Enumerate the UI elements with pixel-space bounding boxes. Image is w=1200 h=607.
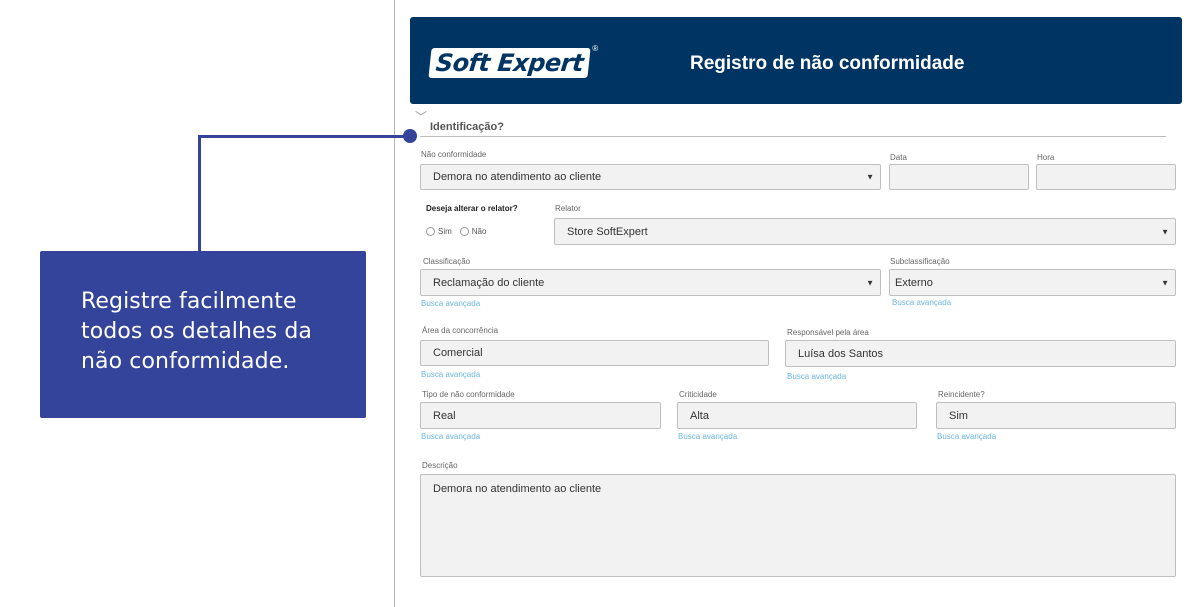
radio-sim-label: Sim [438, 227, 452, 236]
tipo-busca-link[interactable]: Busca avançada [421, 432, 480, 441]
page-title: Registro de não conformidade [690, 53, 965, 74]
nc-select[interactable]: Demora no atendimento ao cliente [420, 164, 881, 190]
responsavel-value: Luísa dos Santos [798, 347, 884, 360]
tipo-label: Tipo de não conformidade [422, 390, 515, 399]
reincidente-label: Reincidente? [938, 390, 985, 399]
alterar-relator-radios: Sim Não [426, 227, 486, 236]
descricao-label: Descrição [422, 461, 458, 470]
chevron-down-icon[interactable]: ﹀ [415, 108, 427, 125]
descricao-value: Demora no atendimento ao cliente [433, 483, 602, 495]
form-header: Soft Expert ® Registro de não conformida… [410, 17, 1182, 104]
section-divider [420, 136, 1166, 137]
area-busca-link[interactable]: Busca avançada [421, 370, 480, 379]
reincidente-value: Sim [949, 409, 968, 422]
area-field[interactable]: Comercial [420, 340, 769, 366]
relator-select[interactable]: Store SoftExpert [554, 218, 1176, 245]
alterar-relator-label: Deseja alterar o relator? [426, 204, 518, 213]
data-field[interactable] [889, 164, 1029, 190]
reincidente-field[interactable]: Sim [936, 402, 1176, 429]
classificacao-busca-link[interactable]: Busca avançada [421, 299, 480, 308]
responsavel-field[interactable]: Luísa dos Santos [785, 340, 1176, 367]
softexpert-logo: Soft Expert ® [428, 44, 598, 80]
relator-value: Store SoftExpert [567, 225, 648, 238]
radio-nao[interactable]: Não [459, 227, 487, 236]
relator-label: Relator [555, 204, 581, 213]
radio-nao-circle[interactable] [459, 227, 469, 236]
reincidente-busca-link[interactable]: Busca avançada [937, 432, 996, 441]
subclassificacao-value: Externo [895, 276, 933, 289]
data-label: Data [890, 153, 907, 162]
subclassificacao-busca-link[interactable]: Busca avançada [892, 298, 951, 307]
criticidade-field[interactable]: Alta [677, 402, 917, 429]
subclassificacao-label: Subclassificação [890, 257, 950, 266]
classificacao-select[interactable]: Reclamação do cliente [420, 269, 881, 296]
connector-line-horizontal [198, 135, 410, 138]
criticidade-label: Criticidade [679, 390, 717, 399]
area-value: Comercial [433, 347, 483, 359]
nc-value: Demora no atendimento ao cliente [433, 171, 602, 183]
responsavel-label: Responsável pela área [787, 328, 869, 337]
hora-field[interactable] [1036, 164, 1176, 190]
subclassificacao-select[interactable]: Externo [889, 269, 1176, 296]
nc-label: Não conformidade [421, 150, 487, 159]
classificacao-value: Reclamação do cliente [433, 276, 545, 289]
tipo-field[interactable]: Real [420, 402, 661, 429]
criticidade-busca-link[interactable]: Busca avançada [678, 432, 737, 441]
logo-text: Soft Expert [428, 48, 591, 78]
radio-sim[interactable]: Sim [426, 227, 452, 236]
descricao-textarea[interactable]: Demora no atendimento ao cliente [420, 474, 1176, 577]
connector-dot [403, 129, 417, 143]
classificacao-label: Classificação [423, 257, 471, 266]
tipo-value: Real [433, 409, 456, 422]
callout-box: Registre facilmente todos os detalhes da… [40, 251, 366, 418]
callout-text: Registre facilmente todos os detalhes da… [81, 289, 312, 374]
area-label: Área da concorrência [422, 326, 499, 335]
radio-nao-label: Não [471, 227, 487, 236]
hora-label: Hora [1037, 153, 1055, 162]
responsavel-busca-link[interactable]: Busca avançada [787, 372, 846, 381]
criticidade-value: Alta [690, 409, 709, 422]
radio-sim-circle[interactable] [426, 227, 435, 236]
section-title[interactable]: Identificação? [430, 121, 504, 133]
vertical-divider [394, 0, 395, 607]
registered-mark: ® [592, 44, 599, 53]
connector-line-vertical [198, 136, 201, 252]
